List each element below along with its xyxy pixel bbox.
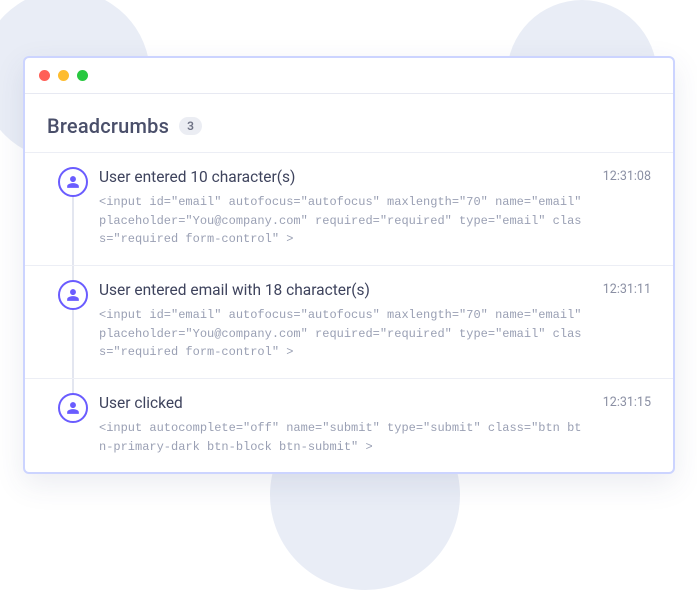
- minimize-icon[interactable]: [58, 70, 69, 81]
- timeline-column: [47, 167, 99, 249]
- list-item[interactable]: User entered email with 18 character(s) …: [25, 265, 673, 378]
- event-content: User clicked <input autocomplete="off" n…: [99, 393, 597, 456]
- user-icon: [58, 393, 88, 423]
- timeline-column: [47, 393, 99, 456]
- user-icon: [58, 280, 88, 310]
- list-item[interactable]: User clicked <input autocomplete="off" n…: [25, 378, 673, 472]
- event-time: 12:31:15: [597, 393, 651, 456]
- event-title: User clicked: [99, 393, 587, 413]
- app-window: Breadcrumbs 3 User entered 10 character(…: [23, 56, 675, 474]
- user-icon: [58, 167, 88, 197]
- breadcrumb-list: User entered 10 character(s) <input id="…: [25, 152, 673, 472]
- event-title: User entered email with 18 character(s): [99, 280, 587, 300]
- maximize-icon[interactable]: [77, 70, 88, 81]
- event-content: User entered 10 character(s) <input id="…: [99, 167, 597, 249]
- count-badge: 3: [179, 117, 202, 135]
- event-detail: <input id="email" autofocus="autofocus" …: [99, 306, 587, 362]
- event-time: 12:31:11: [597, 280, 651, 362]
- event-time: 12:31:08: [597, 167, 651, 249]
- panel-title: Breadcrumbs: [47, 114, 169, 138]
- event-title: User entered 10 character(s): [99, 167, 587, 187]
- event-detail: <input autocomplete="off" name="submit" …: [99, 419, 587, 456]
- panel-header: Breadcrumbs 3: [25, 94, 673, 152]
- close-icon[interactable]: [39, 70, 50, 81]
- event-content: User entered email with 18 character(s) …: [99, 280, 597, 362]
- window-titlebar: [25, 58, 673, 94]
- event-detail: <input id="email" autofocus="autofocus" …: [99, 193, 587, 249]
- list-item[interactable]: User entered 10 character(s) <input id="…: [25, 152, 673, 265]
- timeline-column: [47, 280, 99, 362]
